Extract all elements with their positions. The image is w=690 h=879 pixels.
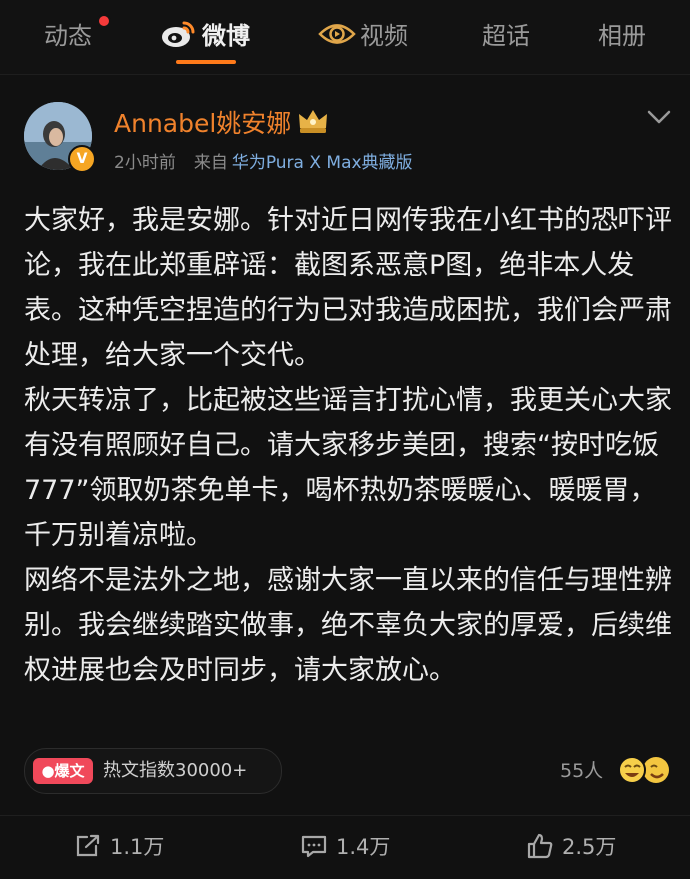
weibo-logo-icon (162, 21, 195, 47)
post-body: 大家好，我是安娜。针对近日网传我在小红书的恐吓评论，我在此郑重辟谣：截图系恶意P… (24, 198, 674, 693)
hot-index-text: 热文指数30000+ (103, 760, 248, 781)
comment-icon (301, 835, 327, 858)
post-meta: 2小时前 来自 华为Pura X Max典藏版 (114, 148, 413, 173)
likers-count[interactable]: 55人 (560, 756, 603, 783)
tab-video-label: 视频 (360, 22, 408, 50)
tab-super-topic[interactable]: 超话 (482, 18, 530, 54)
chevron-down-icon[interactable] (646, 108, 672, 126)
smile-emoji-icon[interactable] (614, 754, 674, 786)
crown-badge-icon[interactable] (296, 106, 330, 136)
like-button[interactable]: 2.5万 (526, 832, 616, 862)
post-paragraph: 秋天转凉了，比起被这些谣言打扰心情，我更关心大家有没有照顾好自己。请大家移步美团… (24, 385, 672, 551)
like-count: 2.5万 (562, 835, 617, 859)
username[interactable]: Annabel姚安娜 (114, 104, 291, 140)
active-tab-indicator (176, 60, 236, 64)
like-icon (527, 833, 553, 859)
tab-album[interactable]: 相册 (598, 18, 646, 54)
repost-button[interactable]: 1.1万 (74, 832, 164, 862)
hot-index-pill[interactable]: ●爆文 热文指数30000+ (24, 748, 282, 794)
video-logo-icon (318, 24, 356, 44)
top-nav: 动态 微博 视频 超话 相册 (0, 0, 690, 75)
verified-badge-icon: V (68, 145, 96, 173)
hot-tag-label: 爆文 (54, 762, 85, 780)
tab-weibo[interactable]: 微博 (160, 18, 250, 54)
notification-dot (97, 14, 111, 28)
comment-count: 1.4万 (336, 835, 391, 859)
action-divider (0, 815, 690, 816)
post-time: 2小时前 (114, 153, 176, 173)
tab-weibo-label: 微博 (202, 22, 250, 50)
repost-count: 1.1万 (110, 835, 165, 859)
tab-dynamic[interactable]: 动态 (44, 18, 92, 54)
repost-icon (76, 834, 100, 857)
comment-button[interactable]: 1.4万 (300, 832, 390, 862)
tab-super-topic-label: 超话 (482, 22, 530, 50)
tab-dynamic-label: 动态 (44, 22, 92, 50)
hot-tag-badge: ●爆文 (33, 758, 93, 784)
fire-icon: ● (41, 762, 55, 780)
from-label: 来自 (193, 153, 228, 173)
tab-video[interactable]: 视频 (318, 18, 408, 54)
post-paragraph: 大家好，我是安娜。针对近日网传我在小红书的恐吓评论，我在此郑重辟谣：截图系恶意P… (24, 205, 672, 371)
device-link[interactable]: 华为Pura X Max典藏版 (232, 153, 413, 173)
post-paragraph: 网络不是法外之地，感谢大家一直以来的信任与理性辨别。我会继续踏实做事，绝不辜负大… (24, 565, 672, 686)
tab-album-label: 相册 (598, 22, 646, 50)
